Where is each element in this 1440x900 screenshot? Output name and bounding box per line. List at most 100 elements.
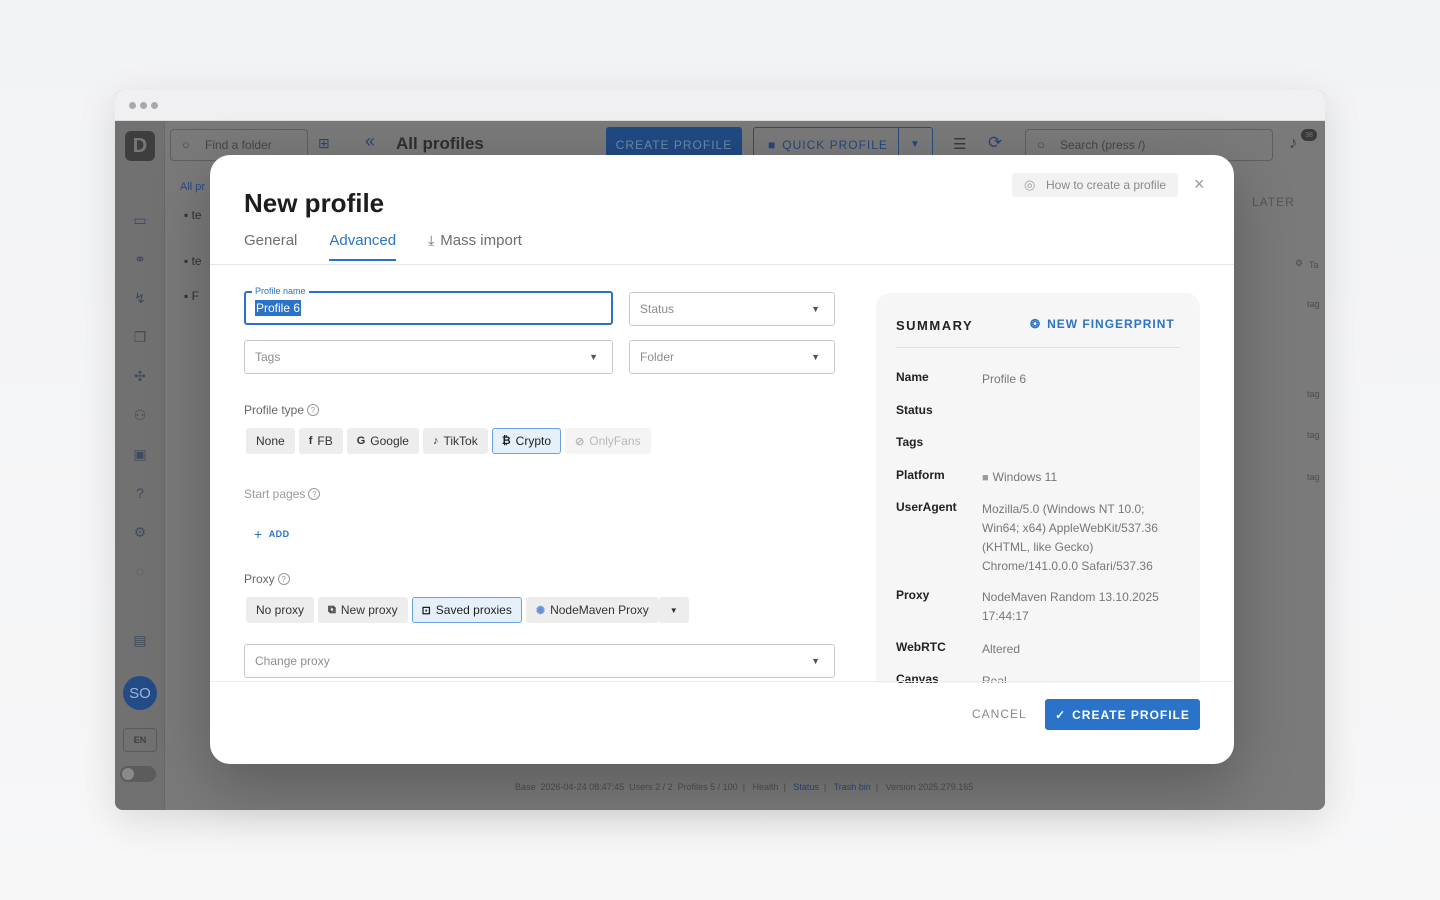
quick-profile-label: QUICK PROFILE bbox=[782, 137, 888, 152]
footer-health[interactable]: Health bbox=[753, 782, 779, 792]
close-icon[interactable]: × bbox=[1194, 174, 1205, 194]
chip-label: OnlyFans bbox=[589, 434, 641, 448]
create-profile-button[interactable]: ✓ CREATE PROFILE bbox=[1045, 699, 1200, 730]
new-fingerprint-label: NEW FINGERPRINT bbox=[1047, 317, 1175, 331]
caret-down-icon: ▼ bbox=[811, 656, 820, 666]
gear-icon[interactable]: ⚙ bbox=[1295, 258, 1303, 269]
summary-key: UserAgent bbox=[896, 500, 957, 514]
collapse-chevron-icon[interactable]: « bbox=[365, 131, 375, 152]
footer-datetime: 2026-04-24 08:47:45 bbox=[540, 782, 625, 792]
theme-toggle[interactable] bbox=[120, 766, 156, 782]
tab-divider bbox=[210, 264, 1234, 265]
folder-item[interactable]: ▪ te bbox=[184, 208, 202, 222]
chip-label: FB bbox=[317, 434, 333, 448]
link-icon[interactable]: ⚭ bbox=[131, 250, 149, 268]
tags-placeholder: Tags bbox=[255, 350, 281, 364]
profile-type-google[interactable]: G Google bbox=[346, 428, 419, 454]
add-start-page-button[interactable]: + ADD bbox=[254, 526, 290, 542]
footer-base: Base bbox=[515, 782, 536, 792]
profile-type-fb[interactable]: f FB bbox=[298, 428, 343, 454]
add-folder-icon[interactable]: ⊞ bbox=[318, 135, 336, 153]
summary-divider bbox=[896, 347, 1180, 348]
footer-version: Version 2025.279.165 bbox=[885, 782, 974, 792]
tab-general[interactable]: General bbox=[244, 232, 297, 261]
bitcoin-icon: ₿ bbox=[501, 435, 511, 447]
bell-icon[interactable]: ♪ bbox=[1289, 133, 1298, 153]
lifebuoy-icon: ◎ bbox=[1024, 177, 1036, 192]
api-icon[interactable]: ▣ bbox=[131, 445, 149, 463]
chip-label: New proxy bbox=[340, 603, 398, 617]
modal-tabs: General Advanced ⤓ Mass import bbox=[244, 232, 554, 261]
profile-type-tiktok[interactable]: ♪ TikTok bbox=[422, 428, 488, 454]
profile-type-crypto[interactable]: ₿ Crypto bbox=[491, 428, 562, 454]
question-icon[interactable]: ? bbox=[277, 573, 290, 585]
caret-down-icon: ▼ bbox=[669, 605, 678, 615]
start-pages-text: Start pages bbox=[244, 487, 306, 501]
cancel-button[interactable]: CANCEL bbox=[962, 699, 1037, 730]
chip-label: NodeMaven Proxy bbox=[550, 603, 649, 617]
new-fingerprint-button[interactable]: ❂ NEW FINGERPRINT bbox=[1030, 317, 1175, 331]
language-selector[interactable]: EN bbox=[123, 728, 157, 752]
automation-icon[interactable]: ↯ bbox=[131, 289, 149, 307]
footer-profiles: Profiles 5 / 100 bbox=[677, 782, 738, 792]
row-tag: tag bbox=[1307, 299, 1320, 309]
profile-type-onlyfans[interactable]: ⊘ OnlyFans bbox=[565, 428, 651, 454]
wallet-icon[interactable]: ▤ bbox=[131, 631, 149, 649]
filter-icon[interactable]: ☰ bbox=[953, 135, 966, 153]
caret-down-icon: ▼ bbox=[811, 304, 820, 314]
tab-mass-import[interactable]: ⤓ Mass import bbox=[428, 232, 522, 261]
proxy-label: Proxy? bbox=[244, 572, 290, 586]
help-icon[interactable]: ? bbox=[131, 484, 149, 502]
nodemaven-icon: ✺ bbox=[535, 604, 546, 617]
refresh-icon[interactable]: ⟳ bbox=[988, 133, 1002, 153]
profile-type-none[interactable]: None bbox=[246, 428, 295, 454]
app-logo: D bbox=[125, 131, 155, 161]
folder-tree-head[interactable]: All pr bbox=[180, 181, 205, 193]
lightbulb-icon[interactable]: ◌ bbox=[131, 562, 149, 580]
footer-status-link[interactable]: Status bbox=[793, 782, 819, 792]
chip-label: TikTok bbox=[443, 434, 478, 448]
profiles-icon[interactable]: ▭ bbox=[131, 211, 149, 229]
summary-key: Status bbox=[896, 403, 933, 417]
summary-key: Name bbox=[896, 370, 929, 384]
copy-icon[interactable]: ❐ bbox=[131, 328, 149, 346]
change-proxy-select[interactable]: Change proxy ▼ bbox=[244, 644, 835, 678]
settings-icon[interactable]: ⚙ bbox=[131, 523, 149, 541]
how-to-create-button[interactable]: ◎ How to create a profile bbox=[1012, 173, 1179, 197]
plus-icon: + bbox=[254, 526, 263, 542]
tab-advanced[interactable]: Advanced bbox=[329, 232, 396, 261]
summary-value: NodeMaven Random 13.10.2025 17:44:17 bbox=[982, 590, 1159, 623]
proxy-options-dropdown[interactable]: ▼ bbox=[658, 597, 689, 623]
how-to-create-label: How to create a profile bbox=[1046, 178, 1167, 192]
windows-icon: ■ bbox=[982, 472, 989, 484]
folder-item[interactable]: ▪ te bbox=[184, 254, 202, 268]
table-header-tag: Ta bbox=[1309, 260, 1319, 270]
summary-value: Profile 6 bbox=[982, 372, 1027, 386]
facebook-icon: f bbox=[308, 435, 313, 447]
proxy-saved-option[interactable]: ⊡ Saved proxies bbox=[411, 597, 522, 623]
summary-key: Proxy bbox=[896, 588, 930, 602]
avatar[interactable]: SO bbox=[123, 676, 157, 710]
users-icon[interactable]: ⚇ bbox=[131, 406, 149, 424]
extensions-icon[interactable]: ✣ bbox=[131, 367, 149, 385]
status-select[interactable]: Status ▼ bbox=[629, 292, 835, 326]
chip-label: Saved proxies bbox=[435, 603, 512, 617]
footer-trash-link[interactable]: Trash bin bbox=[834, 782, 871, 792]
profile-name-field[interactable]: Profile name Profile 6 bbox=[244, 285, 613, 325]
folder-select[interactable]: Folder ▼ bbox=[629, 340, 835, 374]
onlyfans-icon: ⊘ bbox=[575, 435, 585, 448]
profile-name-label: Profile name bbox=[252, 285, 309, 297]
tags-select[interactable]: Tags ▼ bbox=[244, 340, 613, 374]
question-icon[interactable]: ? bbox=[307, 404, 320, 416]
profile-search-placeholder: Search (press /) bbox=[1060, 138, 1146, 152]
chip-label: Google bbox=[370, 434, 409, 448]
proxy-none-option[interactable]: No proxy bbox=[246, 597, 315, 623]
change-proxy-placeholder: Change proxy bbox=[255, 654, 330, 668]
proxy-new-option[interactable]: ⧉ New proxy bbox=[318, 597, 408, 623]
folder-item[interactable]: ▪ F bbox=[184, 289, 199, 303]
proxy-nodemaven-option[interactable]: ✺ NodeMaven Proxy bbox=[525, 597, 659, 623]
windows-icon: ■ bbox=[768, 137, 777, 152]
caret-down-icon: ▼ bbox=[811, 352, 820, 362]
question-icon[interactable]: ? bbox=[308, 488, 321, 500]
summary-value: ■ Windows 11 bbox=[982, 468, 1182, 488]
